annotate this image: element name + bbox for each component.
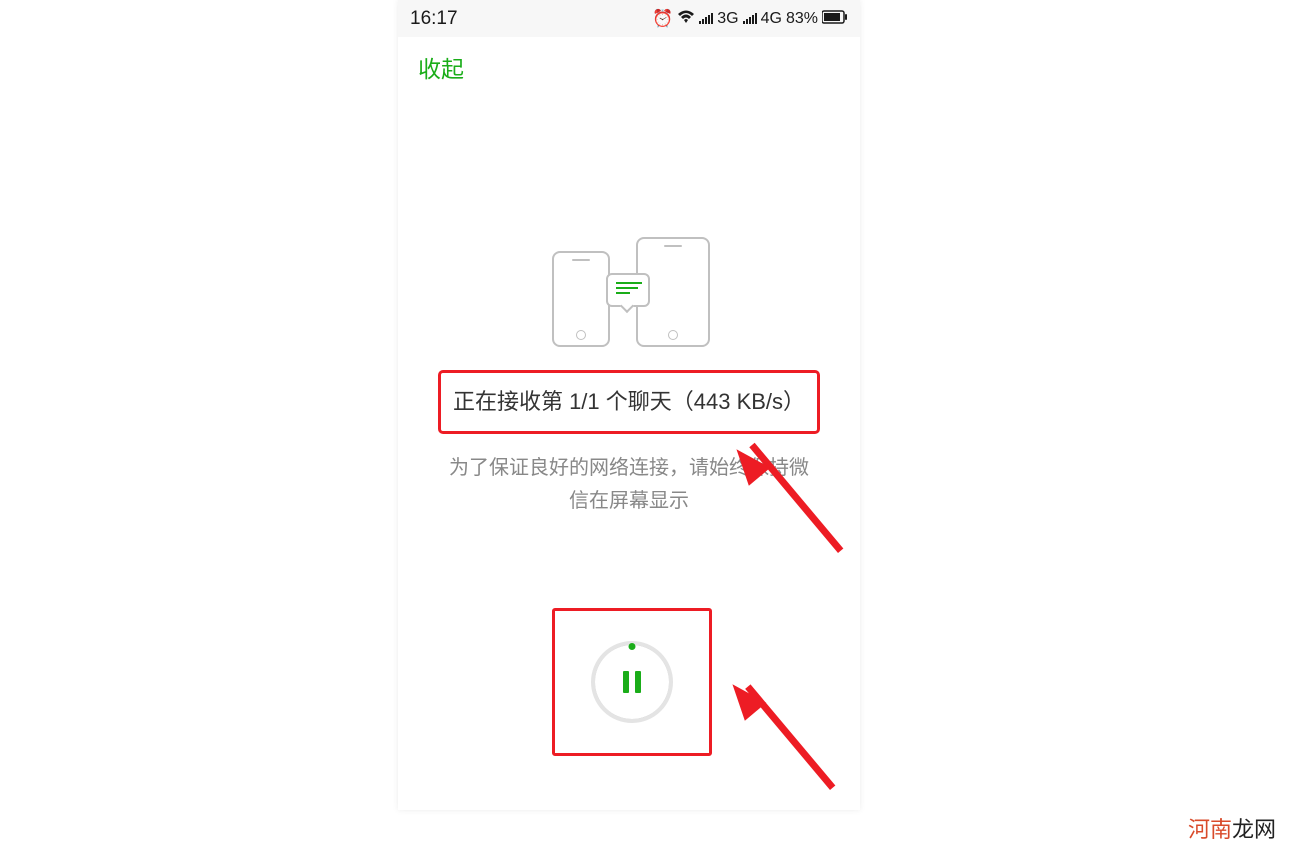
transfer-status-text: 正在接收第 1/1 个聊天（443 KB/s） xyxy=(451,385,807,419)
network-4g-label: 4G xyxy=(761,10,782,28)
watermark: 河南龙网 xyxy=(1188,812,1276,844)
pause-button[interactable] xyxy=(594,644,670,720)
alarm-icon: ⏰ xyxy=(652,10,673,27)
status-highlight-box: 正在接收第 1/1 个聊天（443 KB/s） xyxy=(438,370,820,434)
nav-bar: 收起 xyxy=(398,37,860,97)
battery-icon xyxy=(822,10,848,27)
wifi-icon xyxy=(677,10,695,27)
pause-highlight-box xyxy=(552,608,712,756)
network-3g-label: 3G xyxy=(717,10,738,28)
watermark-part1: 河南 xyxy=(1188,817,1232,842)
pause-icon xyxy=(623,671,641,693)
signal-4g-icon xyxy=(743,10,757,27)
watermark-part2: 龙网 xyxy=(1232,817,1276,842)
signal-3g-icon xyxy=(699,10,713,27)
content-area: 正在接收第 1/1 个聊天（443 KB/s） 为了保证良好的网络连接，请始终保… xyxy=(398,97,860,518)
transfer-illustration-icon xyxy=(544,237,714,352)
status-bar: 16:17 ⏰ 3G 4G 83% xyxy=(398,0,860,37)
status-icons: ⏰ 3G 4G 83% xyxy=(652,10,848,28)
back-button[interactable]: 收起 xyxy=(418,50,464,84)
battery-percent: 83% xyxy=(786,10,818,28)
status-time: 16:17 xyxy=(410,8,458,30)
